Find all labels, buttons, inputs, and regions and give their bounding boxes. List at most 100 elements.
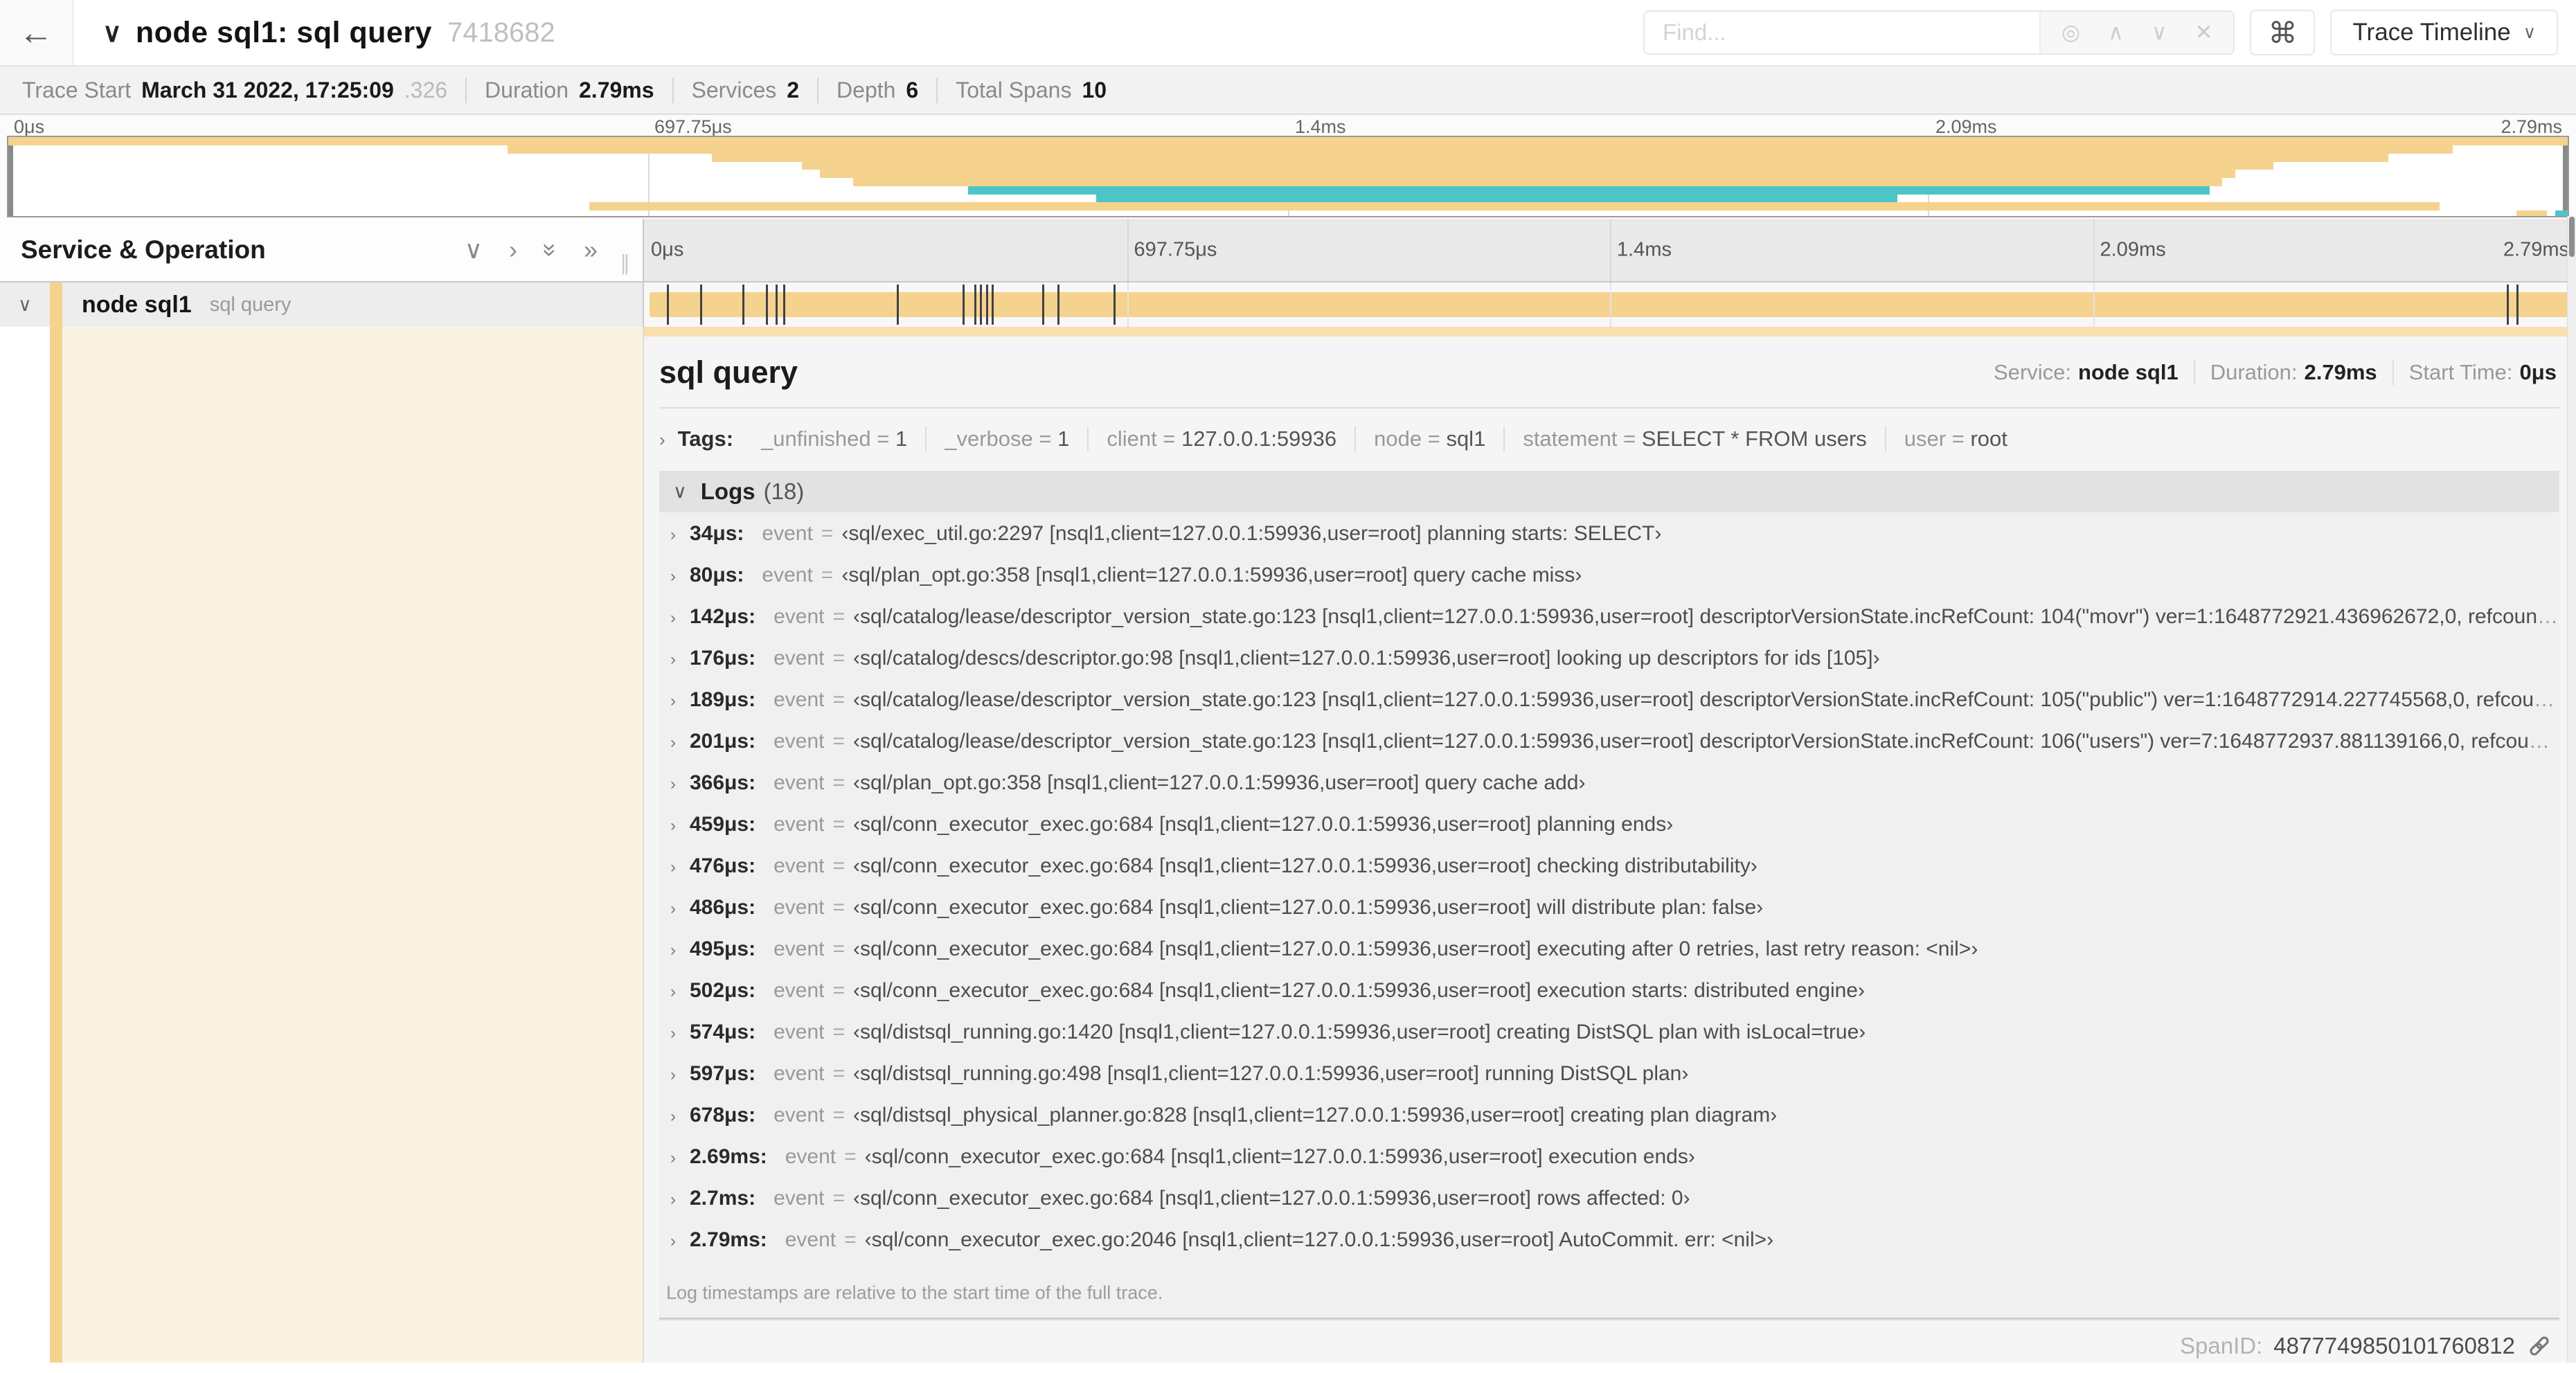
log-expand-chevron-icon[interactable]: › (670, 1190, 676, 1210)
column-resize-grip[interactable]: ∥ (620, 251, 630, 281)
span-children-chevron-icon[interactable]: ∨ (18, 294, 50, 316)
log-row[interactable]: › 2.79ms: event = ‹sql/conn_executor_exec.go… (665, 1228, 2559, 1270)
clear-search-icon[interactable]: ✕ (2194, 20, 2212, 45)
log-expand-chevron-icon[interactable]: › (670, 816, 676, 836)
timeline-ruler: 0μs 697.75μs 1.4ms 2.09ms 2.79ms (644, 219, 2576, 281)
log-expand-chevron-icon[interactable]: › (670, 1024, 676, 1043)
tag-item[interactable]: statement = SELECT * FROM users (1505, 427, 1886, 451)
span-name-cell[interactable]: ∨ node sql1 sql query (0, 282, 644, 327)
log-expand-chevron-icon[interactable]: › (670, 692, 676, 711)
tags-row[interactable]: › Tags: _unfinished = 1 _verbose = 1 clien… (659, 427, 2559, 451)
keyboard-shortcuts-button[interactable]: ⌘ (2250, 10, 2316, 55)
ruler-gridline (2093, 282, 2095, 327)
log-row[interactable]: › 366μs: event = ‹sql/plan_opt.go:358 [nsql1… (665, 771, 2559, 813)
expand-one-icon[interactable]: › (509, 237, 517, 262)
log-expand-chevron-icon[interactable]: › (670, 609, 676, 628)
log-field-key: event (773, 937, 825, 960)
next-match-icon[interactable]: ∨ (2152, 20, 2167, 45)
span-overview-item: Service: node sql1 (1978, 360, 2195, 385)
prev-match-icon[interactable]: ∧ (2108, 20, 2124, 45)
find-input[interactable] (1645, 12, 2040, 53)
log-row[interactable]: › 176μs: event = ‹sql/catalog/descs/descript… (665, 647, 2559, 688)
log-timestamp: 2.7ms: (690, 1187, 756, 1210)
summary-item: Duration 2.79ms (467, 77, 674, 103)
minimap-span (2516, 210, 2548, 216)
expand-all-icon[interactable]: » (584, 237, 598, 262)
log-row[interactable]: › 495μs: event = ‹sql/conn_executor_exec.go:… (665, 937, 2559, 979)
top-controls: ◎ ∧ ∨ ✕ ⌘ Trace Timeline ∨ (1643, 10, 2576, 55)
minimap-right-scrubber[interactable] (2563, 137, 2568, 216)
log-row[interactable]: › 678μs: event = ‹sql/distsql_physical_plann… (665, 1104, 2559, 1145)
log-expand-chevron-icon[interactable]: › (670, 1149, 676, 1168)
log-row[interactable]: › 459μs: event = ‹sql/conn_executor_exec.go:… (665, 813, 2559, 854)
minimap-span (507, 145, 2453, 154)
log-field: event = ‹sql/conn_executor_exec.go:684 [ns… (785, 1145, 1695, 1169)
tag-item[interactable]: client = 127.0.0.1:59936 (1089, 427, 1357, 451)
logs-collapse-chevron-icon[interactable]: ∨ (673, 481, 687, 503)
minimap-left-scrubber[interactable] (8, 137, 13, 216)
tag-item[interactable]: node = sql1 (1356, 427, 1505, 451)
logs-header[interactable]: ∨ Logs (18) (659, 471, 2559, 512)
log-row[interactable]: › 502μs: event = ‹sql/conn_executor_exec.go:… (665, 979, 2559, 1021)
log-expand-chevron-icon[interactable]: › (670, 899, 676, 919)
ruler-tick: 697.75μs (654, 116, 732, 137)
back-button[interactable]: ← (0, 0, 73, 65)
log-expand-chevron-icon[interactable]: › (670, 941, 676, 960)
vertical-scrollbar[interactable] (2567, 216, 2576, 1363)
log-row[interactable]: › 476μs: event = ‹sql/conn_executor_exec.go:… (665, 854, 2559, 896)
log-field-equals: = (832, 771, 846, 794)
log-row[interactable]: › 2.69ms: event = ‹sql/conn_executor_exec.go… (665, 1145, 2559, 1187)
span-duration-bar[interactable] (650, 292, 2576, 317)
log-expand-chevron-icon[interactable]: › (670, 1107, 676, 1127)
tags-expand-chevron-icon[interactable]: › (659, 429, 665, 451)
log-row[interactable]: › 34μs: event = ‹sql/exec_util.go:2297 [nsql… (665, 522, 2559, 564)
overview-label: Start Time: (2408, 360, 2513, 384)
ruler-tick: 1.4ms (1295, 116, 1346, 137)
scrollbar-thumb[interactable] (2569, 217, 2575, 257)
focus-match-icon[interactable]: ◎ (2061, 20, 2080, 45)
summary-value: 2.79ms (579, 77, 654, 102)
span-bar-cell[interactable] (644, 282, 2576, 327)
log-timestamp: 142μs: (690, 605, 756, 628)
log-marker (775, 285, 778, 325)
log-row[interactable]: › 142μs: event = ‹sql/catalog/lease/descript… (665, 605, 2559, 647)
log-timestamp: 366μs: (690, 771, 756, 794)
log-expand-chevron-icon[interactable]: › (670, 858, 676, 877)
span-detail-accent-fill (62, 327, 643, 1363)
log-row[interactable]: › 597μs: event = ‹sql/distsql_running.go:498… (665, 1062, 2559, 1104)
log-row[interactable]: › 201μs: event = ‹sql/catalog/lease/descript… (665, 730, 2559, 771)
log-expand-chevron-icon[interactable]: › (670, 526, 676, 545)
log-expand-chevron-icon[interactable]: › (670, 1232, 676, 1251)
minimap-canvas[interactable] (7, 136, 2569, 217)
trace-collapse-chevron-icon[interactable]: ∨ (102, 17, 122, 48)
tag-item[interactable]: _unfinished = 1 (743, 427, 927, 451)
trace-view-selector[interactable]: Trace Timeline ∨ (2330, 10, 2558, 55)
log-row[interactable]: › 80μs: event = ‹sql/plan_opt.go:358 [nsql1,… (665, 564, 2559, 605)
log-field-value: ‹sql/catalog/lease/descriptor_version_st… (853, 730, 2559, 753)
log-expand-chevron-icon[interactable]: › (670, 775, 676, 794)
collapse-one-icon[interactable]: ∨ (465, 237, 483, 262)
log-field-equals: = (832, 1187, 845, 1210)
log-expand-chevron-icon[interactable]: › (670, 733, 676, 753)
deep-link-icon[interactable] (2526, 1333, 2552, 1359)
collapse-all-icon[interactable]: » (537, 243, 565, 257)
log-field-equals: = (832, 605, 846, 628)
log-row[interactable]: › 189μs: event = ‹sql/catalog/lease/descript… (665, 688, 2559, 730)
ruler-tick: 2.09ms (1935, 116, 1997, 137)
log-row[interactable]: › 2.7ms: event = ‹sql/conn_executor_exec.go:… (665, 1187, 2559, 1228)
log-expand-chevron-icon[interactable]: › (670, 567, 676, 586)
page-title: node sql1: sql query (135, 15, 432, 49)
minimap-span (801, 161, 2273, 170)
log-expand-chevron-icon[interactable]: › (670, 1066, 676, 1085)
trace-id: 7418682 (447, 17, 555, 48)
log-row[interactable]: › 574μs: event = ‹sql/distsql_running.go:142… (665, 1021, 2559, 1062)
log-row[interactable]: › 486μs: event = ‹sql/conn_executor_exec.go:… (665, 896, 2559, 937)
tag-item[interactable]: user = root (1886, 427, 2025, 451)
view-selector-label: Trace Timeline (2352, 19, 2511, 46)
tag-item[interactable]: _verbose = 1 (927, 427, 1089, 451)
log-marker (974, 285, 977, 325)
tag-key: node = (1374, 427, 1447, 451)
log-expand-chevron-icon[interactable]: › (670, 982, 676, 1002)
log-expand-chevron-icon[interactable]: › (670, 650, 676, 670)
find-group: ◎ ∧ ∨ ✕ (1643, 10, 2235, 55)
